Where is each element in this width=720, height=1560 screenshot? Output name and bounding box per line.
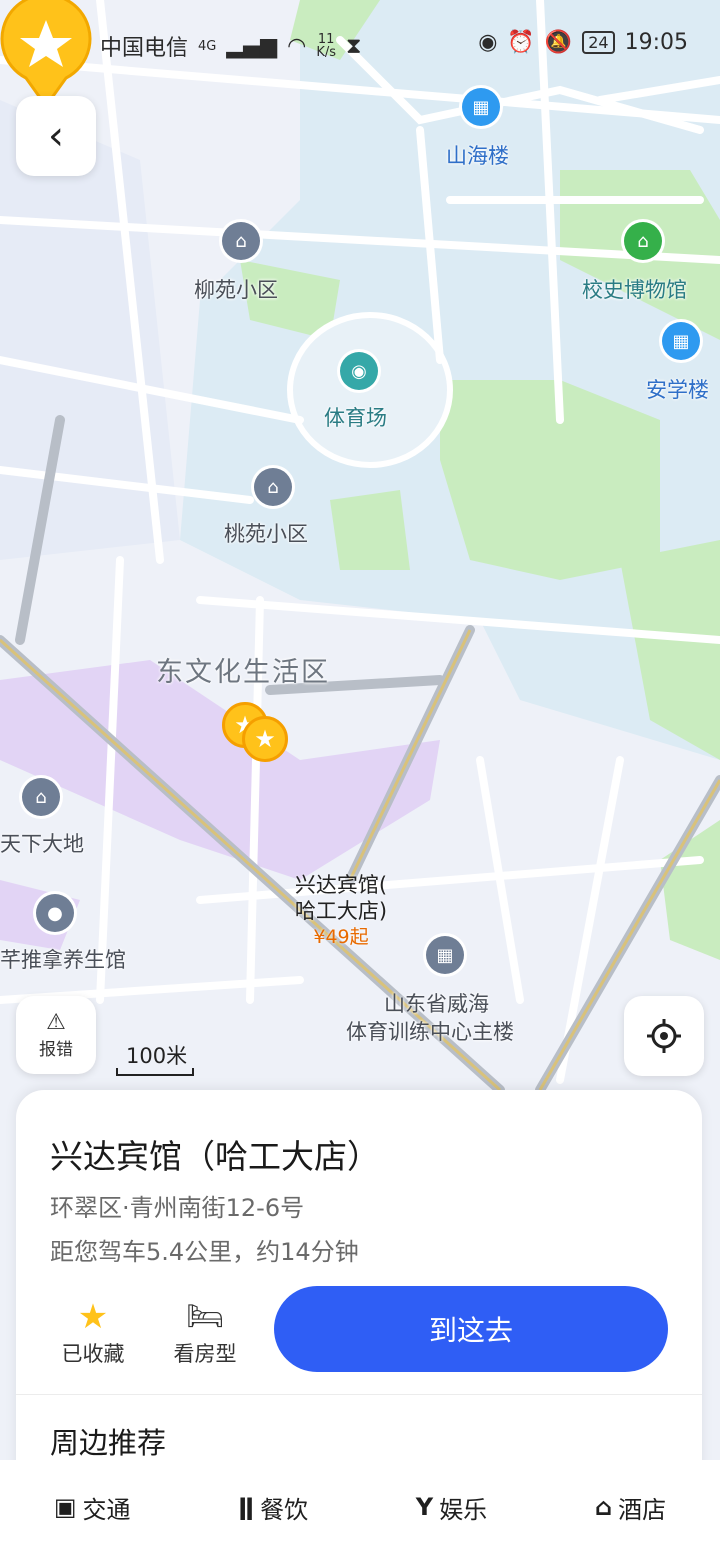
- map-scale: 100米: [116, 1040, 194, 1076]
- map-label-tianxia[interactable]: 天下大地: [0, 828, 84, 858]
- pin-price: ¥49起: [313, 926, 369, 948]
- mute-icon: 🔕: [544, 30, 573, 55]
- battery-icon: 24: [582, 31, 615, 54]
- net-speed: 11 K/s: [316, 33, 336, 59]
- favorite-button[interactable]: ★ 已收藏: [48, 1296, 138, 1368]
- selected-hotel-label[interactable]: 兴达宾馆( 哈工大店) ¥49起: [278, 872, 404, 950]
- pin-name-line1: 兴达宾馆(: [294, 873, 388, 897]
- network-type: 4G: [198, 38, 217, 54]
- map-label-district: 东文化生活区: [156, 657, 330, 688]
- place-address: 环翠区·青州南街12-6号: [50, 1194, 305, 1222]
- place-distance: 距您驾车5.4公里，约14分钟: [50, 1238, 359, 1266]
- map-label-training-line2[interactable]: 体育训练中心主楼: [346, 1016, 514, 1046]
- clock: 19:05: [624, 30, 688, 55]
- tab-label: 酒店: [618, 1495, 667, 1524]
- signal-icon: ▂▄▆: [226, 33, 278, 59]
- building-poi-icon[interactable]: ▦: [462, 88, 500, 126]
- residential-poi-icon[interactable]: ⌂: [22, 778, 60, 816]
- tab-dining[interactable]: ǁ 餐饮: [238, 1490, 308, 1525]
- star-icon: ★: [77, 1297, 109, 1337]
- map-label-stadium[interactable]: 体育场: [324, 402, 387, 432]
- scale-label: 100米: [126, 1044, 188, 1068]
- tab-hotel[interactable]: ⌂ 酒店: [595, 1490, 666, 1525]
- fork-knife-icon: ǁ: [238, 1493, 255, 1521]
- tab-transport[interactable]: ▣ 交通: [54, 1490, 131, 1525]
- tab-entertainment[interactable]: Y 娱乐: [416, 1490, 487, 1525]
- map-label-liuyuan[interactable]: 柳苑小区: [194, 274, 278, 304]
- locate-me-button[interactable]: [624, 996, 704, 1076]
- residential-poi-icon[interactable]: ⌂: [254, 468, 292, 506]
- building-poi-icon[interactable]: ▦: [662, 322, 700, 360]
- go-here-button[interactable]: 到这去: [274, 1286, 668, 1372]
- place-title: 兴达宾馆（哈工大店）: [50, 1137, 380, 1176]
- map-label-museum[interactable]: 校史博物馆: [582, 274, 687, 304]
- cocktail-icon: Y: [415, 1493, 434, 1521]
- hotel-icon: ⌂: [594, 1493, 613, 1521]
- divider: [16, 1394, 702, 1395]
- crosshair-icon: [647, 1019, 681, 1053]
- report-label: 报错: [39, 1040, 73, 1060]
- tab-label: 娱乐: [439, 1495, 488, 1524]
- map-label-taoyuan[interactable]: 桃苑小区: [224, 518, 308, 548]
- room-types-button[interactable]: 🛏 看房型: [160, 1296, 250, 1368]
- map-label-anxue[interactable]: 安学楼: [646, 374, 709, 404]
- map-label-massage[interactable]: 芊推拿养生馆: [0, 944, 126, 974]
- report-error-button[interactable]: ⚠ 报错: [16, 996, 96, 1074]
- carrier-name: 中国电信: [100, 36, 189, 61]
- location-poi-icon[interactable]: ●: [36, 894, 74, 932]
- residential-poi-icon[interactable]: ⌂: [222, 222, 260, 260]
- tab-label: 餐饮: [260, 1495, 309, 1524]
- eye-icon: ◉: [478, 30, 498, 55]
- nearby-title: 周边推荐: [50, 1426, 167, 1460]
- map-label-training-line1[interactable]: 山东省威海: [384, 988, 489, 1018]
- back-button[interactable]: ‹: [16, 96, 96, 176]
- report-icon: ⚠: [46, 1010, 66, 1035]
- favorite-pin-icon[interactable]: ★: [242, 716, 288, 762]
- building-poi-icon[interactable]: ▦: [426, 936, 464, 974]
- wifi-icon: ◠: [287, 33, 307, 59]
- hourglass-icon: ⧗: [346, 33, 362, 59]
- stadium-poi-icon[interactable]: ◉: [340, 352, 378, 390]
- tab-label: 交通: [82, 1495, 131, 1524]
- room-types-label: 看房型: [173, 1342, 237, 1366]
- status-bar: 中国电信 4G ▂▄▆ ◠ 11 K/s ⧗ ◉ ⏰ 🔕 24 19:05: [0, 0, 720, 90]
- net-speed-unit: K/s: [316, 45, 337, 60]
- pin-name-line2: 哈工大店): [294, 899, 388, 923]
- museum-poi-icon[interactable]: ⌂: [624, 222, 662, 260]
- bus-icon: ▣: [53, 1493, 77, 1521]
- bed-icon: 🛏: [185, 1299, 225, 1334]
- nearby-category-tabs: ▣ 交通 ǁ 餐饮 Y 娱乐 ⌂ 酒店: [0, 1460, 720, 1560]
- map-label-shanhai[interactable]: 山海楼: [446, 140, 509, 170]
- alarm-icon: ⏰: [507, 30, 535, 55]
- chevron-left-icon: ‹: [48, 113, 64, 159]
- place-info-card[interactable]: 兴达宾馆（哈工大店） 环翠区·青州南街12-6号 距您驾车5.4公里，约14分钟…: [16, 1090, 702, 1490]
- favorite-label: 已收藏: [61, 1342, 125, 1366]
